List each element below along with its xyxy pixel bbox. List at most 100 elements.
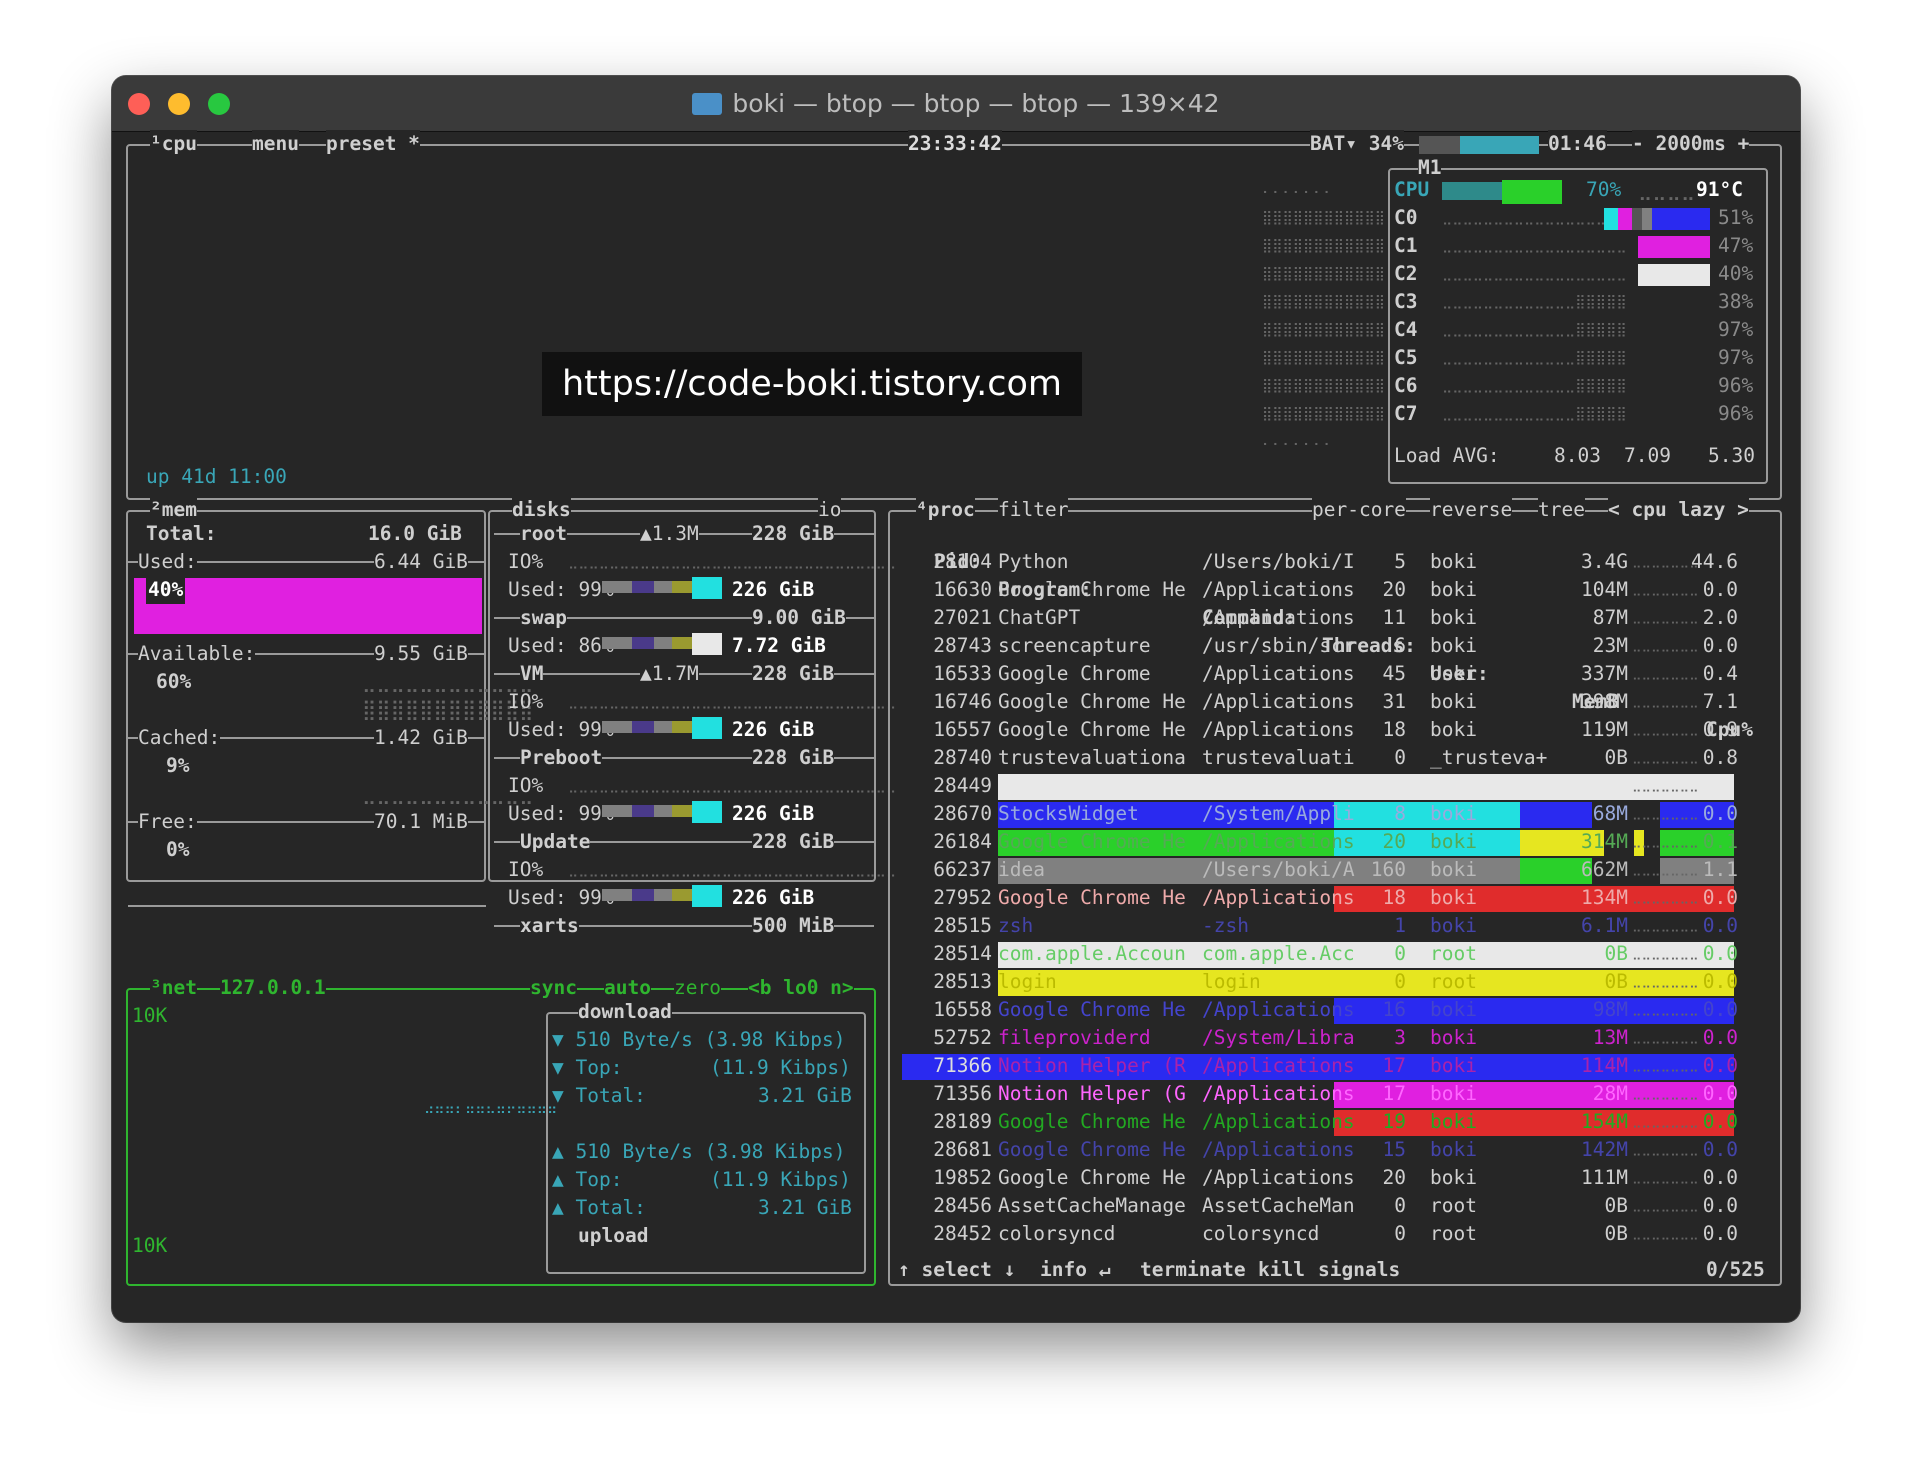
proc-command: /Applications	[1202, 886, 1355, 909]
proc-threads: 3	[1394, 1026, 1406, 1049]
proc-mem: 87M	[1592, 606, 1628, 629]
terminate-hint[interactable]: terminate	[1140, 1256, 1246, 1284]
process-row[interactable]: 16533 Google Chrome/Applications 45 boki 337…	[112, 660, 1800, 688]
update-interval[interactable]: - 2000ms +	[1632, 130, 1750, 158]
proc-mem: 6.1M	[1581, 914, 1628, 937]
proc-cpu-graph: ⣀⣀⣀⣀⣀⣀⣀	[1632, 750, 1699, 765]
battery-time: 01:46	[1548, 130, 1607, 158]
proc-program: Notion Helper (R	[998, 1054, 1186, 1077]
cpu-total-bar	[1502, 180, 1562, 204]
proc-pid: 71366	[933, 1054, 992, 1077]
process-row[interactable]: 19852 Google Chrome He/Applications 20 boki…	[112, 1164, 1800, 1192]
load-avg-1: 8.03	[1554, 444, 1601, 467]
proc-cpu-graph: ⣀⣀⣀⣀⣀⣀⣀	[1632, 890, 1699, 905]
process-row[interactable]: 27021 ChatGPT/Applications 11 boki 87M 2.0 ⣀⣀⣀…	[112, 604, 1800, 632]
process-row[interactable]: 16746 Google Chrome He/Applications 31 boki…	[112, 688, 1800, 716]
proc-cpu-graph: ⣀⣀⣀⣀⣀⣀⣀	[1632, 610, 1699, 625]
proc-user: root	[1430, 1222, 1477, 1245]
process-row[interactable]: 16558 Google Chrome He/Applications 16 boki…	[112, 996, 1800, 1024]
proc-command: /Applications	[1202, 1138, 1355, 1161]
proc-threads: 0	[1394, 942, 1406, 965]
process-row[interactable]: 66237 idea/Users/boki/A 160 boki 662M 1.1 ⣀⣀⣀⣀…	[112, 856, 1800, 884]
process-row[interactable]: 28514 com.apple.Accoun com.apple.Acc 0 root 0…	[112, 940, 1800, 968]
proc-program: login	[998, 970, 1057, 993]
process-row[interactable]: 28452 colorsyncd colorsyncd 0 root 0B 0.0 ⣀⣀⣀⣀⣀…	[112, 1220, 1800, 1248]
proc-threads: 5	[1394, 550, 1406, 573]
proc-command: /Applications	[1202, 1054, 1355, 1077]
proc-cpu-graph: ⣀⣀⣀⣀⣀⣀⣀	[1632, 666, 1699, 681]
window-title: boki — btop — btop — btop — 139×42	[692, 89, 1220, 118]
proc-mem: 398M	[1581, 690, 1628, 713]
kill-hint[interactable]: kill	[1258, 1256, 1305, 1284]
process-row[interactable]: 28515 zsh -zsh 1 boki 6.1M 0.0 ⣀⣀⣀⣀⣀⣀⣀	[112, 912, 1800, 940]
core-bar	[1632, 208, 1642, 230]
process-row[interactable]: 28449 ⣀⣀⣀⣀⣀⣀⣀	[112, 772, 1800, 800]
preset-button[interactable]: preset *	[326, 130, 420, 158]
cpu-total-graph: ⣀⣀⣀⣀	[1638, 178, 1696, 201]
process-row[interactable]: 28104 Python/Users/boki/I 5 boki 3.4G 44.6 ⣀⣀⣀…	[112, 548, 1800, 576]
minimize-button[interactable]	[168, 93, 190, 115]
proc-cpu-graph: ⣀⣀⣀⣀⣀⣀⣀	[1632, 1058, 1699, 1073]
proc-cpu-graph: ⣀⣀⣀⣀⣀⣀⣀	[1632, 778, 1699, 793]
load-avg-5: 7.09	[1624, 444, 1671, 467]
proc-threads: 16	[1382, 998, 1406, 1021]
process-row[interactable]: 16557 Google Chrome He/Applications 18 boki…	[112, 716, 1800, 744]
proc-threads: 0	[1394, 746, 1406, 769]
process-row[interactable]: 28681 Google Chrome He/Applications 15 boki…	[112, 1136, 1800, 1164]
proc-user: boki	[1430, 578, 1477, 601]
process-row[interactable]: 27952 Google Chrome He/Applications 18 boki…	[112, 884, 1800, 912]
process-row[interactable]: 28740 trustevaluationa trustevaluati 0 _trus…	[112, 744, 1800, 772]
close-button[interactable]	[128, 93, 150, 115]
signals-hint[interactable]: signals	[1318, 1256, 1401, 1284]
process-row[interactable]: 71366 Notion Helper (R/Applications 17 boki…	[112, 1052, 1800, 1080]
proc-threads: 8	[1394, 802, 1406, 825]
proc-cpu-graph: ⣀⣀⣀⣀⣀⣀⣀	[1632, 862, 1699, 877]
cpu-tab[interactable]: ¹cpu	[150, 130, 197, 158]
proc-count: 0/525	[1706, 1256, 1765, 1284]
core-pct: 38%	[1718, 290, 1754, 313]
process-row[interactable]: 28456 AssetCacheManage AssetCacheMan 0 root 0…	[112, 1192, 1800, 1220]
process-row[interactable]: 16630 Google Chrome He/Applications 20 boki…	[112, 576, 1800, 604]
process-row[interactable]: 28513 login login 0 root 0B 0.0 ⣀⣀⣀⣀⣀⣀⣀	[112, 968, 1800, 996]
proc-mem: 13M	[1592, 1026, 1628, 1049]
process-row[interactable]: 52752 fileproviderd/System/Libra 3 boki 13M 0…	[112, 1024, 1800, 1052]
terminal-window: boki — btop — btop — btop — 139×42 ¹cpu …	[112, 76, 1800, 1322]
proc-cpu-graph: ⣀⣀⣀⣀⣀⣀⣀	[1632, 1002, 1699, 1017]
proc-command: /Applications	[1202, 998, 1355, 1021]
process-row[interactable]: 28743 screencapture/usr/sbin/scr 6 boki 23M 0…	[112, 632, 1800, 660]
proc-threads: 17	[1382, 1054, 1406, 1077]
cpu-history-row: ⠄⠄⠄⠄⠄⠄⠄	[1262, 182, 1334, 198]
proc-threads: 18	[1382, 886, 1406, 909]
proc-pid: 26184	[933, 830, 992, 853]
proc-command: /Applications	[1202, 830, 1355, 853]
proc-mem: 0B	[1604, 970, 1628, 993]
core-label: C5	[1394, 346, 1418, 369]
proc-pid: 28513	[933, 970, 992, 993]
proc-mem: 662M	[1581, 858, 1628, 881]
select-hint[interactable]: ↑ select ↓	[898, 1256, 1016, 1284]
btop-terminal[interactable]: ¹cpu menu preset * 23:33:42 BAT▾ 34% 01:…	[112, 130, 1800, 1322]
proc-program: fileproviderd	[998, 1026, 1151, 1049]
proc-program: Google Chrome He	[998, 578, 1186, 601]
process-row[interactable]: 28670 StocksWidget/System/Appli 8 boki 68M 0.…	[112, 800, 1800, 828]
proc-pid: 16630	[933, 578, 992, 601]
process-row[interactable]: 71356 Notion Helper (G/Applications 17 boki…	[112, 1080, 1800, 1108]
core-pct: 47%	[1718, 234, 1754, 257]
proc-threads: 20	[1382, 830, 1406, 853]
proc-mem: 3.4G	[1581, 550, 1628, 573]
proc-pid: 28681	[933, 1138, 992, 1161]
menu-button[interactable]: menu	[252, 130, 299, 158]
zoom-button[interactable]	[208, 93, 230, 115]
core-label: C0	[1394, 206, 1418, 229]
proc-user: root	[1430, 942, 1477, 965]
proc-command: /Applications	[1202, 1082, 1355, 1105]
info-hint[interactable]: info ↵	[1040, 1256, 1111, 1284]
cpu-history-row: ⣿⣿⣿⣿⣿⣿⣿⣿⣿⣿⣿⣿	[1262, 378, 1386, 394]
proc-command: /Applications	[1202, 718, 1355, 741]
proc-command: /Applications	[1202, 662, 1355, 685]
proc-user: boki	[1430, 1054, 1477, 1077]
proc-user: boki	[1430, 1026, 1477, 1049]
process-row[interactable]: 28189 Google Chrome He/Applications 19 boki…	[112, 1108, 1800, 1136]
process-row[interactable]: 26184 Google Chrome He/Applications 20 boki…	[112, 828, 1800, 856]
proc-pid: 28456	[933, 1194, 992, 1217]
